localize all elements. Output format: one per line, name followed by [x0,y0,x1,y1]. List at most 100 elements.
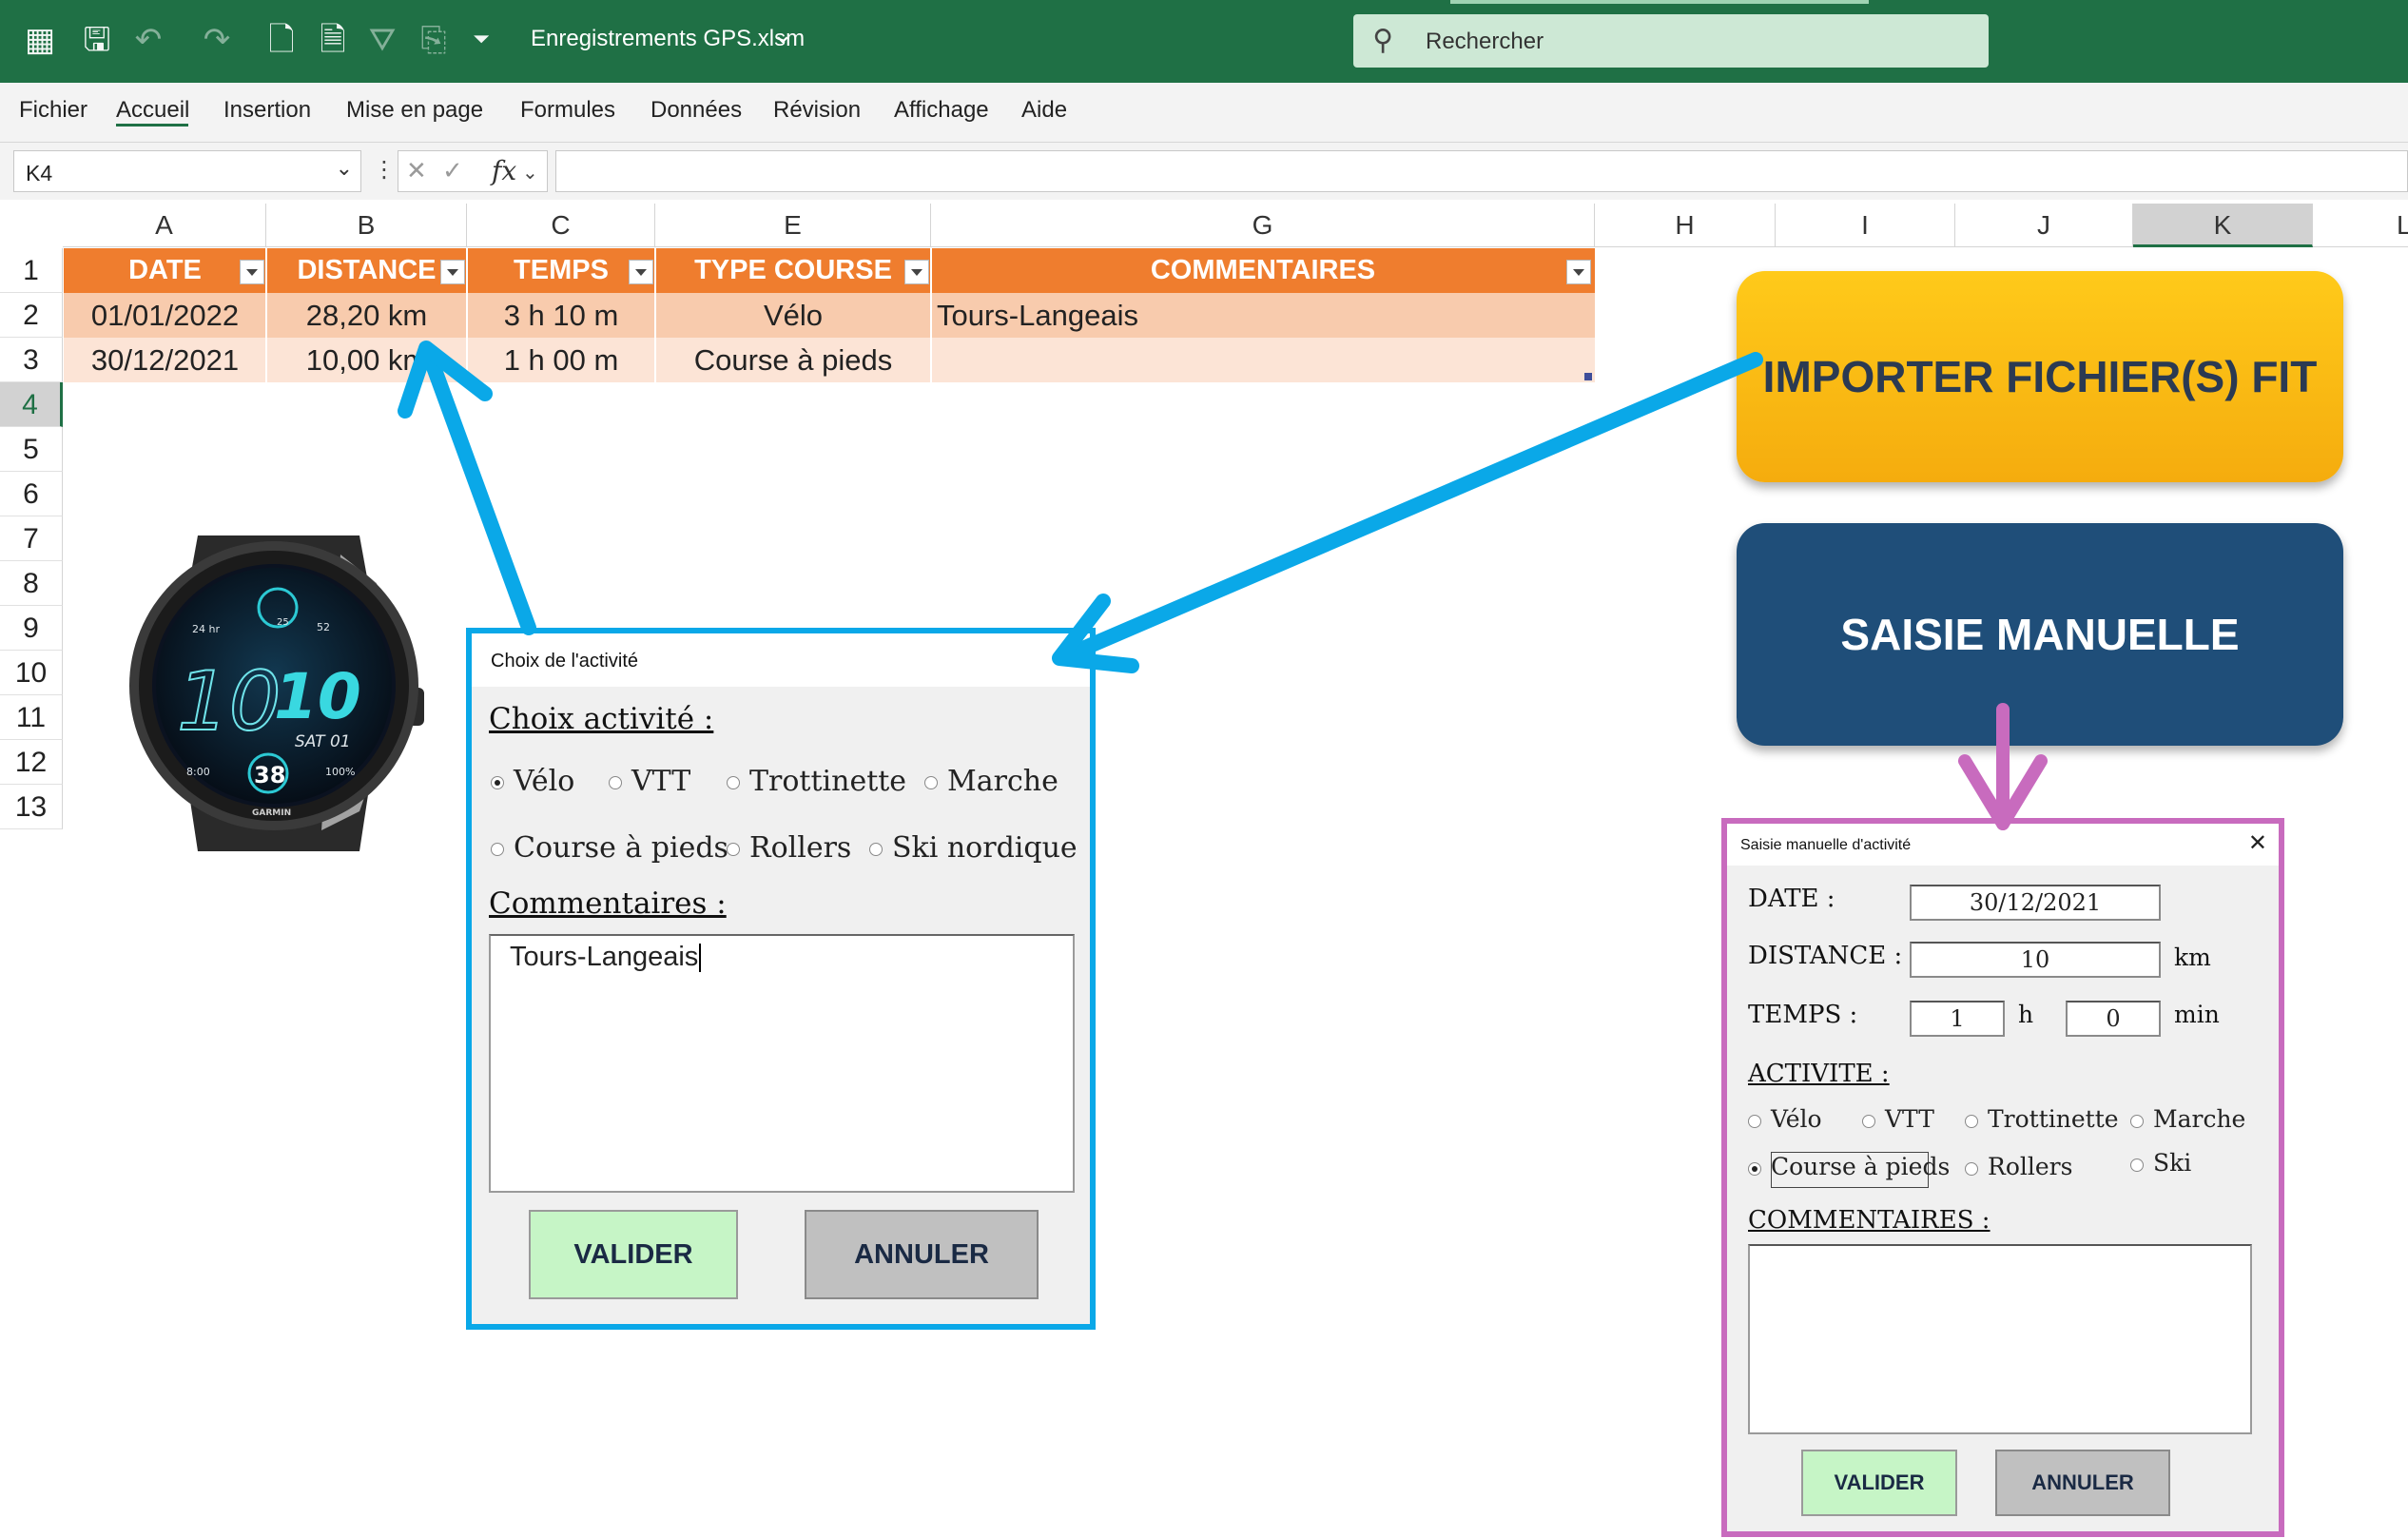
table-cell[interactable]: 10,00 km [266,338,467,382]
radio-marche[interactable]: Marche [924,765,1058,798]
radio-rollers[interactable]: Rollers [1965,1153,2072,1180]
tab-insertion[interactable]: Insertion [223,97,311,124]
cancel-button[interactable]: ANNULER [1995,1450,2170,1516]
row-header[interactable]: 3 [0,338,63,382]
row-header[interactable]: 8 [0,561,63,606]
column-header[interactable]: L [2313,204,2408,247]
table-cell[interactable]: 01/01/2022 [64,293,266,338]
radio-course-a-pieds[interactable]: Course à pieds [491,831,728,865]
radio-velo[interactable]: Vélo [491,765,574,798]
tab-formules[interactable]: Formules [520,97,615,124]
sort-filter-icon[interactable] [240,260,264,284]
table-cell[interactable]: Course à pieds [655,338,931,382]
tab-accueil[interactable]: Accueil [116,97,189,124]
filter-dropdown-icon[interactable] [1566,260,1591,284]
table-cell[interactable]: 1 h 00 m [467,338,655,382]
tab-mise-en-page[interactable]: Mise en page [346,97,483,124]
row-header[interactable]: 7 [0,516,63,561]
radio-ski-nordique[interactable]: Ski nordique [869,831,1078,865]
radio-icon[interactable] [1748,1114,1761,1128]
row-header[interactable]: 9 [0,606,63,651]
comments-textarea[interactable]: Tours-Langeais [489,934,1075,1193]
row-header[interactable]: 1 [0,248,63,293]
hours-field[interactable]: 1 [1910,1001,2005,1037]
chevron-down-icon[interactable]: ⌄ [336,157,353,181]
row-header[interactable]: 5 [0,427,63,472]
radio-vtt[interactable]: VTT [609,765,690,798]
insert-function-icon[interactable]: fx [492,155,516,186]
table-cell[interactable]: 30/12/2021 [64,338,266,382]
radio-ski[interactable]: Ski [2130,1149,2191,1177]
cancel-icon[interactable]: ✕ [406,157,427,185]
radio-trottinette[interactable]: Trottinette [727,765,906,798]
radio-icon[interactable] [491,843,504,856]
column-header[interactable]: E [655,204,931,247]
radio-icon[interactable] [727,843,740,856]
table-cell[interactable]: 28,20 km [266,293,467,338]
filter-dropdown-icon[interactable] [904,260,929,284]
row-header-selected[interactable]: 4 [0,382,63,427]
radio-trottinette[interactable]: Trottinette [1965,1105,2119,1133]
undo-icon[interactable]: ↶ [129,21,167,59]
filter-dropdown-icon[interactable] [629,260,653,284]
row-header[interactable]: 6 [0,472,63,516]
radio-velo[interactable]: Vélo [1748,1105,1822,1133]
name-box[interactable]: K4 ⌄ [13,150,361,192]
cancel-button[interactable]: ANNULER [805,1210,1039,1299]
column-header[interactable]: J [1955,204,2133,247]
tab-revision[interactable]: Révision [773,97,861,124]
radio-marche[interactable]: Marche [2130,1105,2245,1133]
date-field[interactable]: 30/12/2021 [1910,885,2161,921]
enter-icon[interactable]: ✓ [442,157,463,185]
radio-selected-icon[interactable] [491,776,504,789]
table-cell[interactable]: 3 h 10 m [467,293,655,338]
tab-aide[interactable]: Aide [1021,97,1067,124]
filter-dropdown-icon[interactable] [440,260,465,284]
column-header[interactable]: H [1595,204,1776,247]
row-header[interactable]: 11 [0,695,63,740]
radio-icon[interactable] [1862,1114,1875,1128]
row-header[interactable]: 10 [0,651,63,695]
print-preview-icon[interactable]: 🗎 [314,21,352,59]
column-header[interactable]: C [467,204,655,247]
chevron-down-icon[interactable]: ⌄ [772,21,793,49]
new-file-icon[interactable]: 🗋 [262,21,301,59]
clear-filter-icon[interactable]: ⛛ [363,21,401,59]
table-cell[interactable]: Tours-Langeais [931,293,1595,338]
table-cell[interactable] [931,338,1595,382]
minutes-field[interactable]: 0 [2066,1001,2161,1037]
radio-icon[interactable] [609,776,622,789]
document-title[interactable]: Enregistrements GPS.xlsm [531,26,805,52]
import-fit-button[interactable]: IMPORTER FICHIER(S) FIT [1737,271,2343,482]
more-icon[interactable]: ⋮ [373,156,396,183]
search-box[interactable]: ⚲ Rechercher [1353,14,1989,68]
table-header-commentaires[interactable]: COMMENTAIRES [931,248,1595,293]
redo-icon[interactable]: ↷ [198,21,236,59]
column-header[interactable]: A [63,204,266,247]
column-header[interactable]: G [931,204,1595,247]
row-header[interactable]: 2 [0,293,63,338]
distance-field[interactable]: 10 [1910,942,2161,978]
table-header-date[interactable]: DATE [64,248,266,293]
radio-icon[interactable] [727,776,740,789]
column-header[interactable]: I [1776,204,1955,247]
save-icon[interactable]: 🖫 [78,21,116,59]
close-icon[interactable]: ✕ [2248,829,2267,856]
radio-selected-icon[interactable] [1748,1161,1761,1176]
table-header-type-course[interactable]: TYPE COURSE [655,248,931,293]
radio-icon[interactable] [2130,1114,2144,1128]
row-header[interactable]: 12 [0,740,63,785]
export-icon[interactable]: ⎘ [415,21,453,59]
validate-button[interactable]: VALIDER [529,1210,738,1299]
radio-icon[interactable] [869,843,883,856]
radio-icon[interactable] [2130,1158,2144,1172]
radio-vtt[interactable]: VTT [1862,1105,1934,1133]
table-resize-handle[interactable] [1584,373,1592,380]
radio-icon[interactable] [1965,1114,1978,1128]
chevron-down-icon[interactable]: ⌄ [522,161,538,184]
row-header[interactable]: 13 [0,785,63,829]
tab-fichier[interactable]: Fichier [19,97,87,124]
column-header-selected[interactable]: K [2133,204,2313,247]
comments-textarea[interactable] [1748,1244,2252,1434]
tab-donnees[interactable]: Données [651,97,742,124]
